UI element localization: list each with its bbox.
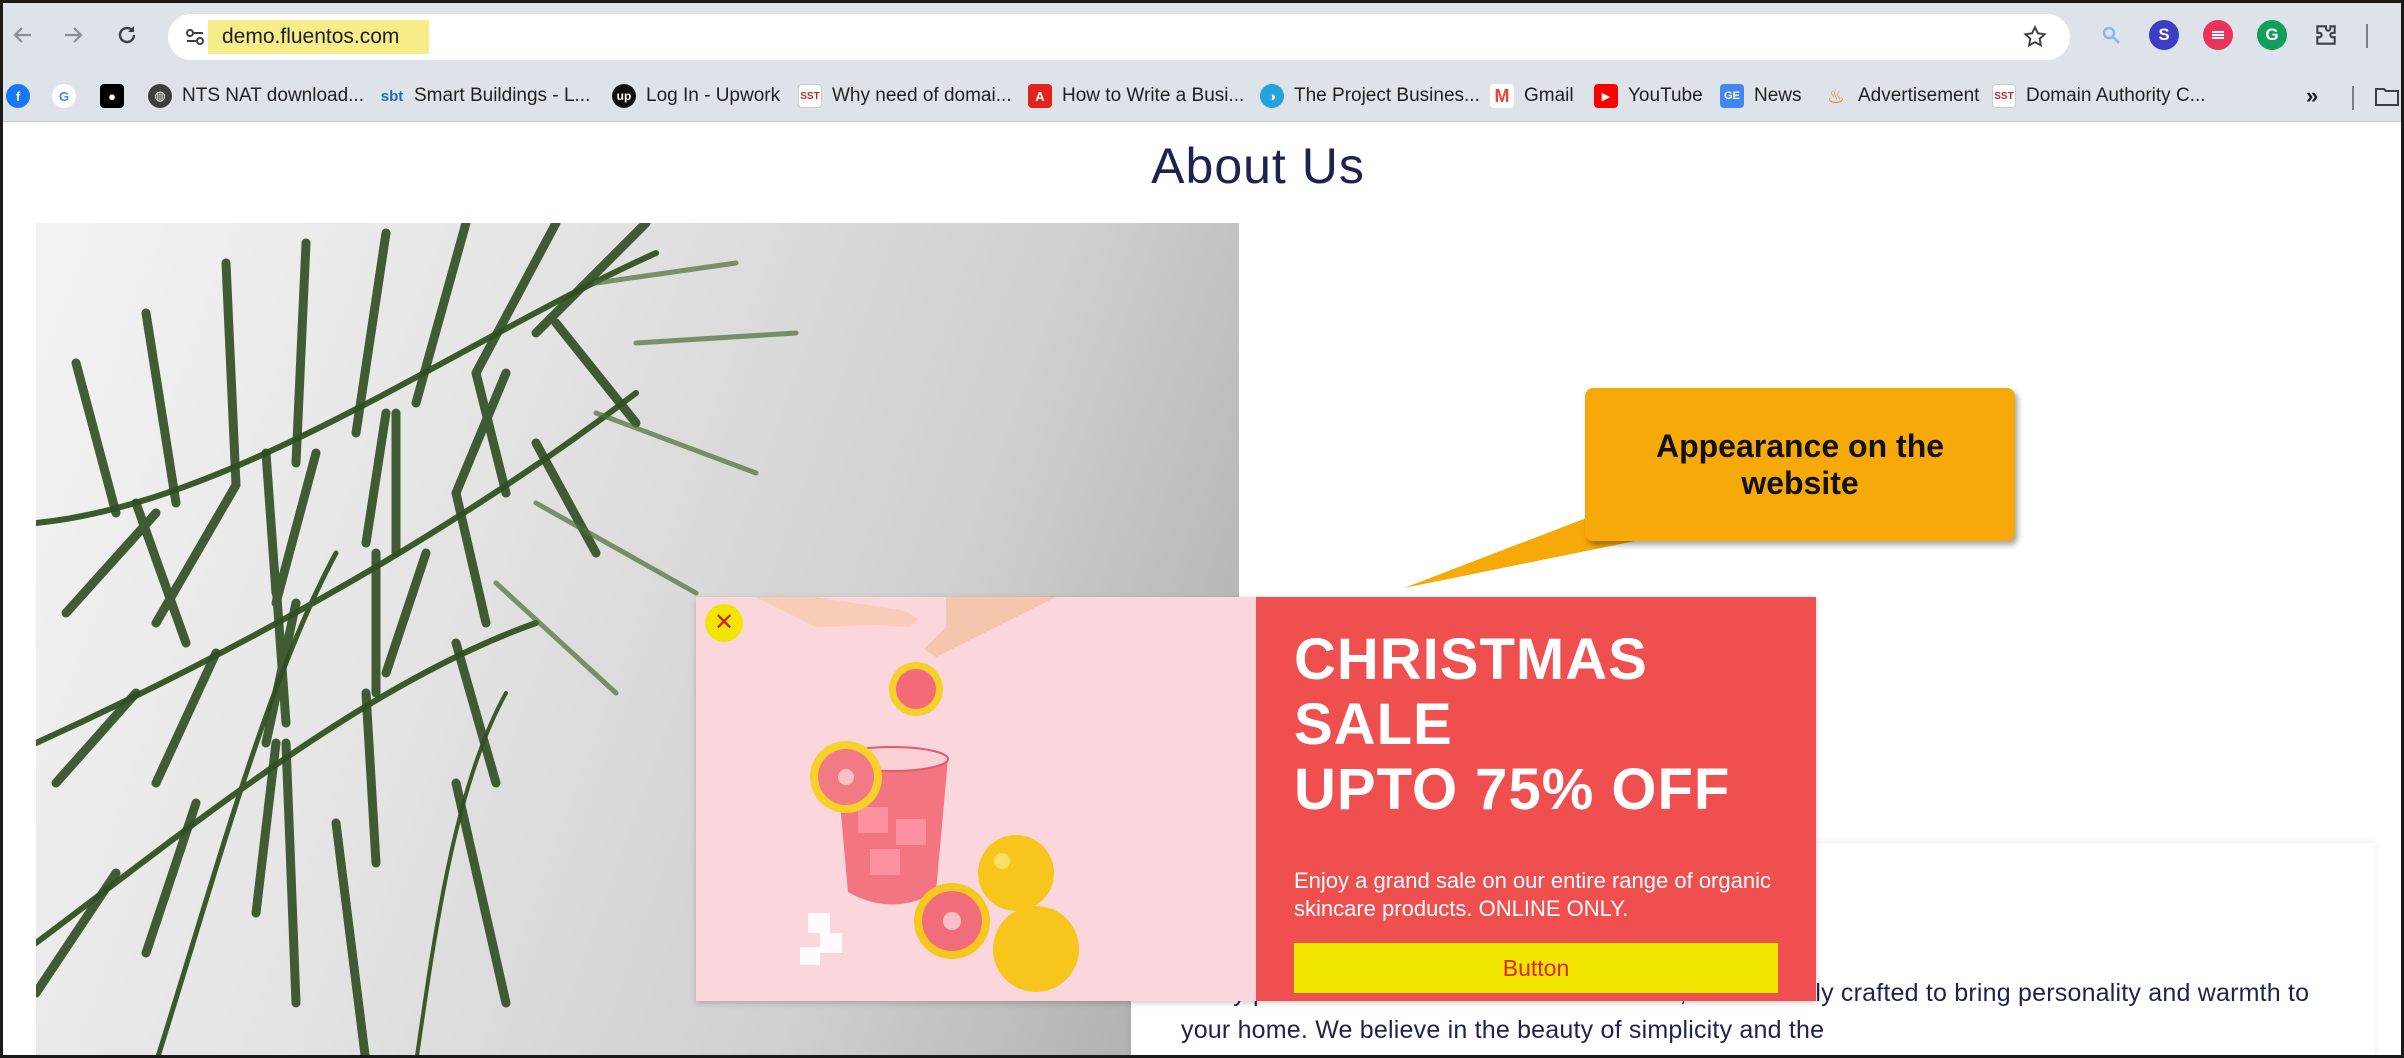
headline-line-1: CHRISTMAS <box>1294 627 1648 692</box>
news-icon: GE <box>1720 84 1744 108</box>
page-title: About Us <box>1151 138 1365 194</box>
bookmark-project-business[interactable]: ◑ The Project Busines... <box>1260 82 1480 110</box>
sst-icon: SST <box>1992 84 2016 108</box>
popup-content: CHRISTMAS SALE UPTO 75% OFF Enjoy a gran… <box>1256 597 1816 1001</box>
bookmark-star-icon[interactable] <box>2022 24 2048 50</box>
bookmark-medium[interactable]: ● <box>100 82 124 110</box>
reload-icon <box>118 26 136 44</box>
smart-buildings-icon: sbt <box>380 87 404 105</box>
bookmark-label: Domain Authority C... <box>2026 85 2206 106</box>
bookmark-upwork[interactable]: up Log In - Upwork <box>612 82 780 110</box>
bookmark-smart-buildings[interactable]: sbt Smart Buildings - L... <box>380 82 591 110</box>
bookmark-youtube[interactable]: ▶ YouTube <box>1594 82 1703 110</box>
site-info-icon[interactable] <box>182 24 208 50</box>
bookmark-nts-nat[interactable]: ◍ NTS NAT download... <box>148 82 364 110</box>
facebook-icon: f <box>6 84 30 108</box>
toolbar-separator <box>2366 24 2368 48</box>
close-icon[interactable]: ✕ <box>705 604 743 642</box>
bookmark-label: Gmail <box>1524 85 1574 106</box>
url-text[interactable]: demo.fluentos.com <box>208 20 430 54</box>
bookmark-label: How to Write a Busi... <box>1062 85 1245 106</box>
search-extension-icon[interactable] <box>2096 20 2126 50</box>
browser-toolbar: demo.fluentos.com S G <box>0 0 2404 70</box>
s-extension-icon[interactable]: S <box>2149 20 2179 50</box>
more-bookmarks-chevron-icon[interactable]: » <box>2306 82 2318 110</box>
forward-button[interactable] <box>56 18 90 52</box>
flame-icon: ♨ <box>1827 85 1845 108</box>
bookmark-google[interactable]: G <box>52 82 76 110</box>
annotation-callout: Appearance on the website <box>1585 388 2015 541</box>
bookmark-label: NTS NAT download... <box>182 85 364 106</box>
gmail-icon: M <box>1490 84 1514 108</box>
grapefruit-drink-image <box>756 597 1079 992</box>
headline-line-3: UPTO 75% OFF <box>1294 757 1731 822</box>
popup-cta-button[interactable]: Button <box>1294 943 1778 993</box>
sale-description: Enjoy a grand sale on our entire range o… <box>1294 868 1771 921</box>
extensions-puzzle-icon[interactable] <box>2311 20 2341 50</box>
address-bar[interactable]: demo.fluentos.com <box>168 14 2070 60</box>
bookmark-label: Smart Buildings - L... <box>414 85 591 106</box>
bookmark-label: News <box>1754 85 1802 106</box>
bookmark-why-domain[interactable]: SST Why need of domai... <box>798 82 1012 110</box>
christmas-sale-popup: ✕ CHRISTMAS SALE UPTO 75% OFF Enjoy a gr… <box>696 597 1816 1001</box>
bookmark-label: Why need of domai... <box>832 85 1012 106</box>
bookmark-domain-authority[interactable]: SST Domain Authority C... <box>1992 82 2206 110</box>
globe-icon: ◍ <box>148 84 172 108</box>
sale-headline: CHRISTMAS SALE UPTO 75% OFF <box>1294 627 1794 822</box>
reload-button[interactable] <box>110 18 144 52</box>
google-icon: G <box>52 84 76 108</box>
bookmark-label: The Project Busines... <box>1294 85 1480 106</box>
bookmark-advertisement[interactable]: ♨ Advertisement <box>1824 82 1979 110</box>
bookmark-news[interactable]: GE News <box>1720 82 1802 110</box>
adobe-icon: A <box>1028 84 1052 108</box>
back-button[interactable] <box>6 18 40 52</box>
bookmarks-bar: f G ● ◍ NTS NAT download... sbt Smart Bu… <box>0 70 2404 122</box>
youtube-icon: ▶ <box>1594 84 1618 108</box>
popup-image: ✕ <box>696 597 1256 1001</box>
bookmark-gmail[interactable]: M Gmail <box>1490 82 1574 110</box>
bookmark-label: Log In - Upwork <box>646 85 781 106</box>
forward-arrow-icon <box>65 27 83 43</box>
grammarly-icon[interactable]: G <box>2257 20 2287 50</box>
bookmark-write-business[interactable]: A How to Write a Busi... <box>1028 82 1244 110</box>
bookmark-label: Advertisement <box>1858 85 1980 106</box>
upwork-icon: up <box>612 84 636 108</box>
bookmark-facebook[interactable]: f <box>6 82 30 110</box>
back-arrow-icon <box>13 27 31 43</box>
all-bookmarks-folder-icon[interactable] <box>2374 82 2400 110</box>
stripes-extension-icon[interactable] <box>2203 20 2233 50</box>
bookmarks-separator <box>2352 86 2354 110</box>
bookmark-label: YouTube <box>1628 85 1703 106</box>
sst-icon: SST <box>798 84 822 108</box>
medium-icon: ● <box>100 84 124 108</box>
project-icon: ◑ <box>1260 84 1284 108</box>
headline-line-2: SALE <box>1294 692 1453 757</box>
